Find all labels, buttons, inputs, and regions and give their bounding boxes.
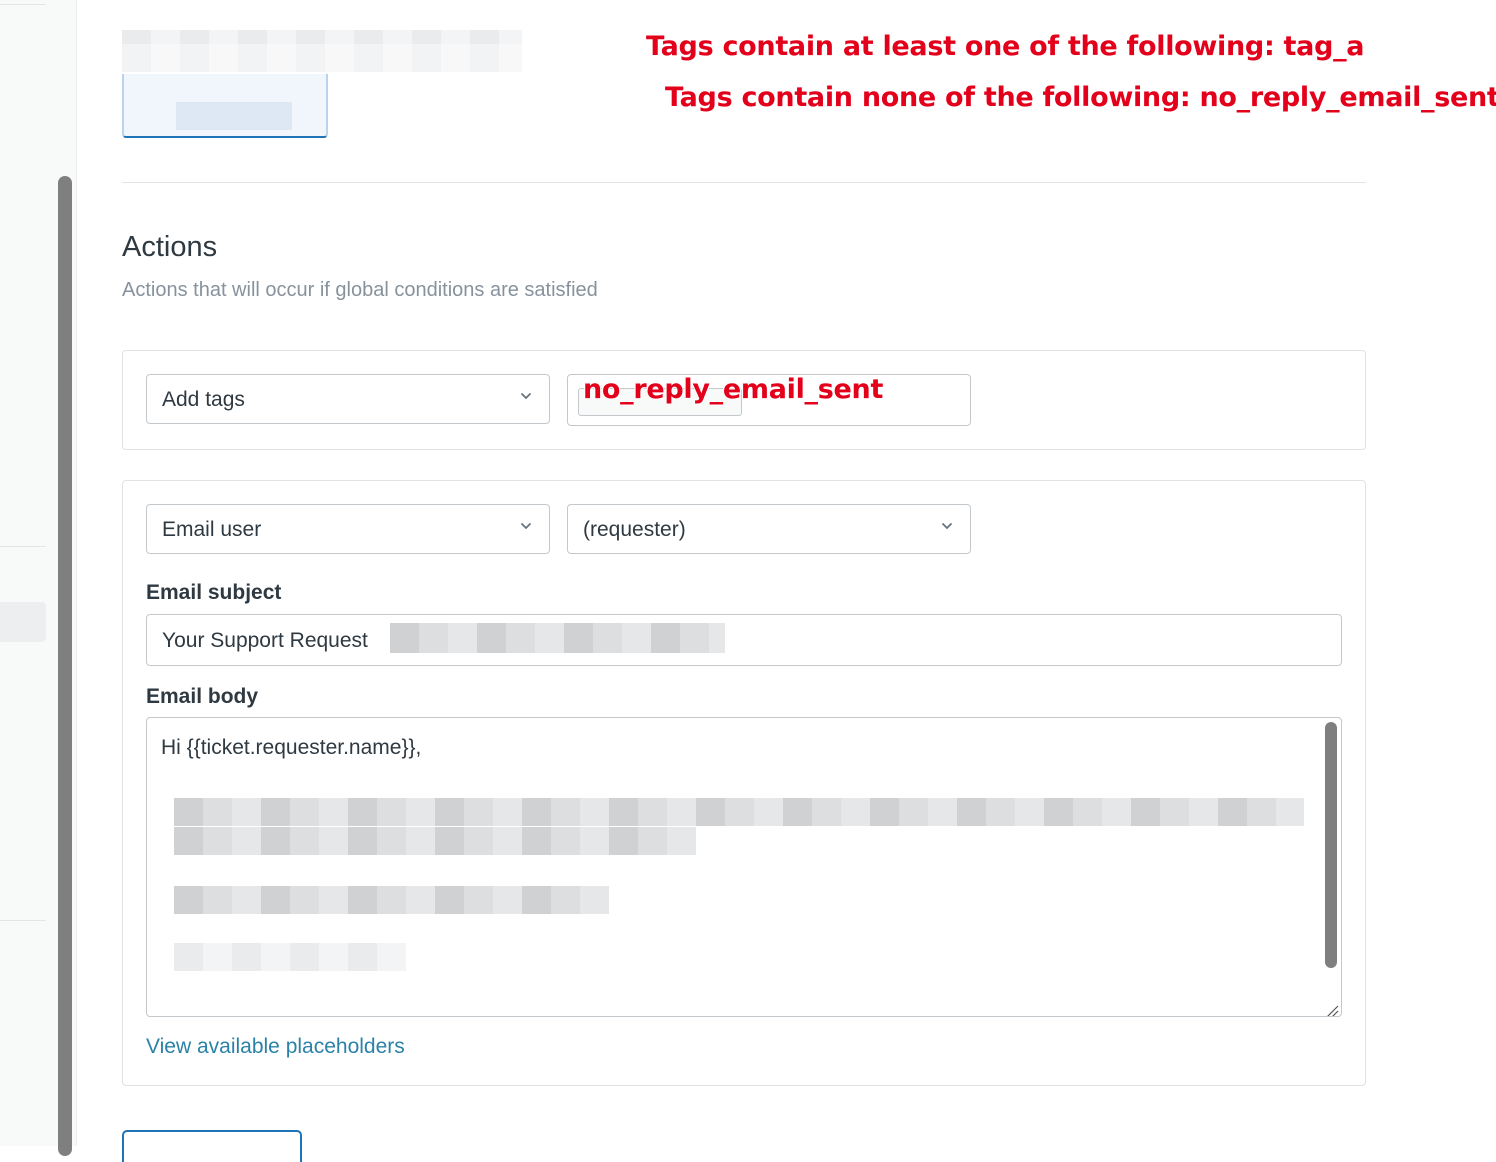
textarea-scrollbar[interactable]: [1325, 722, 1337, 968]
sidebar-divider: [0, 4, 46, 5]
email-body-label: Email body: [146, 685, 259, 708]
section-divider: [122, 182, 1366, 183]
redacted-text: [122, 30, 522, 44]
recipient-select[interactable]: (requester): [567, 504, 971, 554]
redacted-text: [390, 623, 725, 653]
action-type-select[interactable]: Add tags: [146, 374, 550, 424]
redacted-text: [174, 886, 609, 914]
section-title: Actions: [122, 231, 218, 263]
condition-button[interactable]: [122, 74, 328, 138]
action-type-label: Add tags: [162, 388, 245, 411]
action-card-email-user: Email user (requester) Email subject You…: [122, 480, 1366, 1086]
action-type-label: Email user: [162, 518, 262, 541]
chevron-down-icon: [519, 389, 533, 403]
view-placeholders-link[interactable]: View available placeholders: [146, 1035, 405, 1059]
action-type-select[interactable]: Email user: [146, 504, 550, 554]
sidebar-divider: [0, 546, 46, 547]
email-subject-value: Your Support Request: [162, 629, 368, 652]
email-body-textarea[interactable]: Hi {{ticket.requester.name}},: [146, 717, 1342, 1017]
email-subject-input[interactable]: Your Support Request: [146, 614, 1342, 666]
redacted-text: [122, 44, 522, 72]
sidebar-divider: [0, 920, 46, 921]
redacted-text: [174, 798, 1304, 826]
annotation-tag-value: no_reply_email_sent: [583, 374, 884, 405]
page-scrollbar[interactable]: [58, 176, 72, 1156]
chevron-down-icon: [519, 519, 533, 533]
resize-handle-icon[interactable]: [1325, 1000, 1339, 1016]
chevron-down-icon: [940, 519, 954, 533]
section-subtitle: Actions that will occur if global condit…: [122, 279, 598, 301]
recipient-label: (requester): [583, 518, 686, 541]
redacted-label: [176, 102, 292, 130]
redacted-text: [174, 827, 696, 855]
email-subject-label: Email subject: [146, 581, 282, 604]
redacted-text: [174, 943, 406, 971]
annotation-none-tags: Tags contain none of the following: no_r…: [665, 82, 1496, 113]
email-body-first-line: Hi {{ticket.requester.name}},: [161, 736, 422, 759]
add-action-button[interactable]: [122, 1130, 302, 1162]
sidebar-item-selected[interactable]: [0, 602, 46, 642]
annotation-any-tags: Tags contain at least one of the followi…: [646, 31, 1365, 62]
